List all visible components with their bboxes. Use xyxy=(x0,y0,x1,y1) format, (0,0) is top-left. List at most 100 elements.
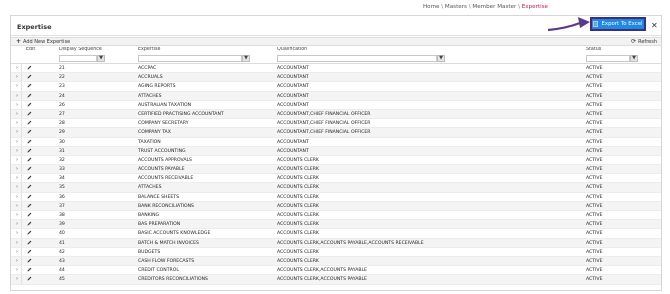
edit-row-button[interactable] xyxy=(23,156,43,164)
table-row[interactable]: › 21 ACCPAC ACCOUNTANT ACTIVE xyxy=(11,64,661,74)
table-row[interactable]: › 40 BASIC ACCOUNTS KNOWLEDGE ACCOUNTS CLER… xyxy=(11,229,661,239)
add-new-expertise-button[interactable]: + Add New Expertise xyxy=(16,39,70,46)
expand-row-icon[interactable]: › xyxy=(13,146,22,155)
filter-icon[interactable]: ▼ xyxy=(630,55,638,62)
edit-row-button[interactable] xyxy=(23,119,43,127)
expand-row-icon[interactable]: › xyxy=(13,229,22,238)
edit-row-button[interactable] xyxy=(23,202,43,210)
expand-row-icon[interactable]: › xyxy=(13,137,22,146)
table-row[interactable]: › 45 CREDITORS RECONCILIATIONS ACCOUNTS CLE… xyxy=(11,275,661,285)
table-row[interactable]: › 41 BATCH & MATCH INVOICES ACCOUNTS CLERK,… xyxy=(11,238,661,248)
expand-row-icon[interactable]: › xyxy=(13,73,22,82)
edit-row-button[interactable] xyxy=(23,211,43,219)
cell-expertise: CREDITORS RECONCILIATIONS xyxy=(138,277,208,283)
table-row[interactable]: › 26 AUSTRALIAN TAXATION ACCOUNTANT ACTIVE xyxy=(11,100,661,110)
expand-row-icon[interactable]: › xyxy=(13,238,22,247)
edit-row-button[interactable] xyxy=(23,257,43,265)
expand-row-icon[interactable]: › xyxy=(13,247,22,256)
cell-expertise: BANK RECONCILIATIONS xyxy=(138,203,194,209)
filter-sequence-input[interactable] xyxy=(59,55,97,62)
expand-row-icon[interactable]: › xyxy=(13,100,22,109)
edit-row-button[interactable] xyxy=(23,229,43,237)
refresh-button[interactable]: ⟳ Refresh xyxy=(631,39,657,46)
edit-row-button[interactable] xyxy=(23,266,43,274)
edit-row-button[interactable] xyxy=(23,193,43,201)
expand-row-icon[interactable]: › xyxy=(13,266,22,275)
edit-row-button[interactable] xyxy=(23,138,43,146)
expand-row-icon[interactable]: › xyxy=(13,174,22,183)
edit-row-button[interactable] xyxy=(23,275,43,283)
table-row[interactable]: › 24 ATTACHES ACCOUNTANT ACTIVE xyxy=(11,91,661,101)
table-row[interactable]: › 34 ACCOUNTS RECEIVABLE ACCOUNTS CLERK ACTI… xyxy=(11,174,661,184)
filter-expertise-input[interactable] xyxy=(138,55,242,62)
expand-row-icon[interactable]: › xyxy=(13,109,22,119)
edit-row-button[interactable] xyxy=(23,183,43,191)
expand-row-icon[interactable]: › xyxy=(13,64,22,73)
edit-row-button[interactable] xyxy=(23,110,43,118)
filter-qualification-input[interactable] xyxy=(277,55,437,62)
edit-row-button[interactable] xyxy=(23,248,43,256)
chevron-right-icon: › xyxy=(15,276,19,283)
edit-row-button[interactable] xyxy=(23,82,43,90)
table-row[interactable]: › 28 COMPANY SECRETARY ACCOUNTANT,CHIEF FIN… xyxy=(11,119,661,129)
filter-status-input[interactable] xyxy=(586,55,630,62)
edit-row-button[interactable] xyxy=(23,147,43,155)
expand-row-icon[interactable]: › xyxy=(13,119,22,128)
expand-row-icon[interactable]: › xyxy=(13,275,22,284)
table-row[interactable]: › 27 CERTIFIED PRACTISING ACCOUNTANT ACCOUN… xyxy=(11,109,661,120)
expand-row-icon[interactable]: › xyxy=(13,192,22,201)
table-row[interactable]: › 42 BUDGETS ACCOUNTS CLERK ACTIVE xyxy=(11,247,661,257)
expand-row-icon[interactable]: › xyxy=(13,155,22,165)
table-row[interactable]: › 22 ACCRUALS ACCOUNTANT ACTIVE xyxy=(11,73,661,83)
chevron-right-icon: › xyxy=(15,166,19,173)
table-row[interactable]: › 31 TRUST ACCOUNTING ACCOUNTANT ACTIVE xyxy=(11,146,661,156)
edit-row-button[interactable] xyxy=(23,165,43,173)
edit-row-button[interactable] xyxy=(23,101,43,109)
table-row[interactable]: › 39 BAS PREPARATION ACCOUNTS CLERK ACTIVE xyxy=(11,220,661,230)
cell-expertise: CERTIFIED PRACTISING ACCOUNTANT xyxy=(138,111,224,117)
edit-row-button[interactable] xyxy=(23,92,43,100)
expand-row-icon[interactable]: › xyxy=(13,201,22,210)
pencil-icon xyxy=(27,83,32,89)
pencil-icon xyxy=(27,194,32,200)
expand-row-icon[interactable]: › xyxy=(13,211,22,220)
export-to-excel-button[interactable]: Export To Excel xyxy=(590,17,646,31)
edit-row-button[interactable] xyxy=(23,73,43,81)
breadcrumb-member-master[interactable]: Member Master xyxy=(472,4,516,10)
close-icon[interactable]: ✕ xyxy=(651,21,658,30)
expand-row-icon[interactable]: › xyxy=(13,183,22,192)
table-row[interactable]: › 37 BANK RECONCILIATIONS ACCOUNTS CLERK ACT… xyxy=(11,201,661,211)
table-row[interactable]: › 38 BANKING ACCOUNTS CLERK ACTIVE xyxy=(11,211,661,221)
edit-row-button[interactable] xyxy=(23,174,43,182)
expand-row-icon[interactable]: › xyxy=(13,220,22,229)
table-row[interactable]: › 35 ATTACHES ACCOUNTS CLERK ACTIVE xyxy=(11,183,661,193)
expand-row-icon[interactable]: › xyxy=(13,82,22,91)
expand-row-icon[interactable]: › xyxy=(13,256,22,266)
edit-row-button[interactable] xyxy=(23,239,43,247)
cell-qualification: ACCOUNTS CLERK xyxy=(277,231,319,237)
table-row[interactable]: › 29 COMPANY TAX ACCOUNTANT,CHIEF FINANCIAL… xyxy=(11,128,661,138)
table-row[interactable]: › 23 AGING REPORTS ACCOUNTANT ACTIVE xyxy=(11,82,661,92)
cell-expertise: BASIC ACCOUNTS KNOWLEDGE xyxy=(138,231,211,237)
edit-row-button[interactable] xyxy=(23,64,43,72)
expand-row-icon[interactable]: › xyxy=(13,128,22,137)
table-row[interactable]: › 32 ACCOUNTS APPROVALS ACCOUNTS CLERK ACTIV… xyxy=(11,155,661,166)
table-row[interactable]: › 44 CREDIT CONTROL ACCOUNTS CLERK,ACCOUNTS… xyxy=(11,266,661,276)
edit-row-button[interactable] xyxy=(23,220,43,228)
filter-icon[interactable]: ▼ xyxy=(97,55,105,62)
table-row[interactable]: › 33 ACCOUNTS PAYABLE ACCOUNTS CLERK ACTIVE xyxy=(11,165,661,175)
filter-icon[interactable]: ▼ xyxy=(242,55,250,62)
filter-icon[interactable]: ▼ xyxy=(437,55,445,62)
cell-sequence: 22 xyxy=(59,75,65,81)
expand-row-icon[interactable]: › xyxy=(13,91,22,100)
breadcrumb-masters[interactable]: Masters xyxy=(445,4,467,10)
edit-row-button[interactable] xyxy=(23,128,43,136)
table-row[interactable]: › 30 TAXATION ACCOUNTANT ACTIVE xyxy=(11,137,661,147)
table-row[interactable]: › 43 CASH FLOW FORECASTS ACCOUNTS CLERK ACTI… xyxy=(11,256,661,267)
expand-row-icon[interactable]: › xyxy=(13,165,22,174)
table-row[interactable]: › 36 BALANCE SHEETS ACCOUNTS CLERK ACTIVE xyxy=(11,192,661,202)
cell-qualification: ACCOUNTANT xyxy=(277,66,309,71)
cell-expertise: TAXATION xyxy=(138,139,161,145)
breadcrumb-home[interactable]: Home xyxy=(423,4,440,10)
cell-status: ACTIVE xyxy=(586,157,603,163)
